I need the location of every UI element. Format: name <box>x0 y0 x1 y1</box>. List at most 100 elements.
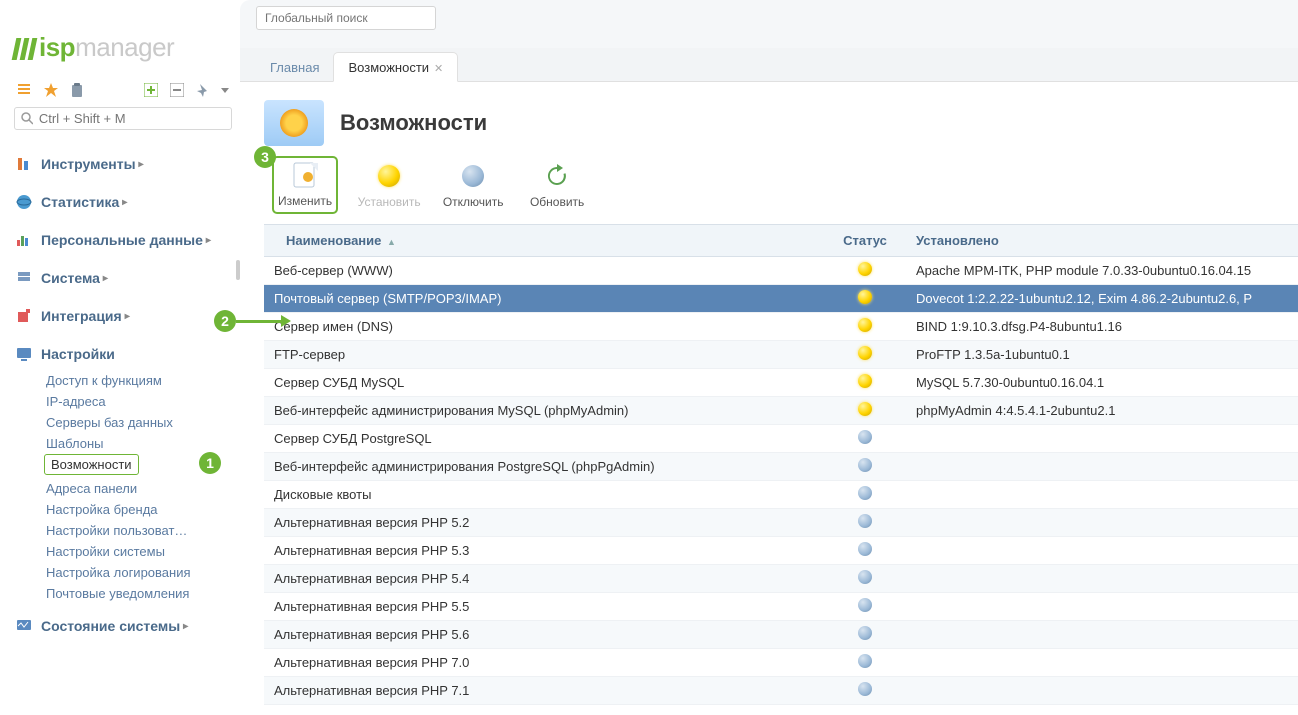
status-off-icon <box>858 598 872 612</box>
resize-handle[interactable] <box>236 260 240 280</box>
col-status[interactable]: Статус <box>824 225 906 256</box>
tab-features[interactable]: Возможности✕ <box>333 52 458 82</box>
sub-logging[interactable]: Настройка логирования <box>44 562 232 583</box>
sidebar-item-settings[interactable]: Настройки <box>14 338 232 370</box>
table-row[interactable]: Альтернативная версия PHP 5.4 <box>264 565 1298 593</box>
action-disable[interactable]: Отключить <box>440 161 506 209</box>
sub-sys[interactable]: Настройки системы <box>44 541 232 562</box>
table-row[interactable]: Альтернативная версия PHP 5.3 <box>264 537 1298 565</box>
cell-name: Альтернативная версия PHP 5.5 <box>264 594 824 619</box>
chart-icon <box>16 232 34 248</box>
table-row[interactable]: Альтернативная версия PHP 7.1 <box>264 677 1298 705</box>
sidebar-item-state[interactable]: Состояние системы▸ <box>14 610 232 642</box>
star-icon[interactable] <box>42 81 60 99</box>
cell-installed: MySQL 5.7.30-0ubuntu0.16.04.1 <box>906 370 1298 395</box>
sub-features[interactable]: Возможности <box>44 454 139 475</box>
sub-brand[interactable]: Настройка бренда <box>44 499 232 520</box>
table-row[interactable]: Альтернативная версия PHP 5.6 <box>264 621 1298 649</box>
status-off-icon <box>858 654 872 668</box>
sub-ip[interactable]: IP-адреса <box>44 391 232 412</box>
cell-installed: BIND 1:9.10.3.dfsg.P4-8ubuntu1.16 <box>906 314 1298 339</box>
cell-name: FTP-сервер <box>264 342 824 367</box>
logo-isp: isp <box>14 32 75 63</box>
monitor-icon <box>16 346 34 362</box>
table-row[interactable]: Альтернативная версия PHP 5.2 <box>264 509 1298 537</box>
status-on-icon <box>858 402 872 416</box>
status-off-icon <box>858 430 872 444</box>
cell-name: Альтернативная версия PHP 5.2 <box>264 510 824 535</box>
cell-installed <box>906 490 1298 500</box>
col-installed[interactable]: Установлено <box>906 225 1298 256</box>
action-update[interactable]: Обновить <box>524 161 590 209</box>
table-row[interactable]: Альтернативная версия PHP 7.0 <box>264 649 1298 677</box>
pin-icon[interactable] <box>194 81 212 99</box>
cell-installed <box>906 602 1298 612</box>
cell-status <box>824 509 906 536</box>
status-on-icon <box>858 318 872 332</box>
table-body: Веб-сервер (WWW)Apache MPM-ITK, PHP modu… <box>264 257 1298 705</box>
sort-asc-icon: ▲ <box>387 237 396 247</box>
list-icon[interactable] <box>16 81 34 99</box>
table-row[interactable]: Сервер СУБД MySQLMySQL 5.7.30-0ubuntu0.1… <box>264 369 1298 397</box>
table-row[interactable]: Почтовый сервер (SMTP/POP3/IMAP)Dovecot … <box>264 285 1298 313</box>
table-row[interactable]: Сервер СУБД PostgreSQL <box>264 425 1298 453</box>
status-off-icon <box>858 542 872 556</box>
edit-icon <box>288 160 322 190</box>
status-off-icon <box>858 682 872 696</box>
cell-status <box>824 425 906 452</box>
sidebar-search[interactable] <box>14 107 232 130</box>
sidebar-item-tools[interactable]: Инструменты▸ <box>14 148 232 180</box>
clipboard-icon[interactable] <box>68 81 86 99</box>
cell-name: Альтернативная версия PHP 5.3 <box>264 538 824 563</box>
bulb-off-icon <box>456 161 490 191</box>
sub-paneladdr[interactable]: Адреса панели <box>44 478 232 499</box>
cell-name: Веб-интерфейс администрирования PostgreS… <box>264 454 824 479</box>
caret-down-icon[interactable] <box>220 81 230 99</box>
actions-toolbar: 3 Изменить Установить Отключить Обновить <box>272 156 1298 214</box>
cell-installed <box>906 658 1298 668</box>
cell-status <box>824 341 906 368</box>
table-row[interactable]: Веб-интерфейс администрирования MySQL (p… <box>264 397 1298 425</box>
server-icon <box>16 270 34 286</box>
sub-users[interactable]: Настройки пользоват… <box>44 520 232 541</box>
bulb-on-icon <box>372 161 406 191</box>
minus-icon[interactable] <box>168 81 186 99</box>
sub-access[interactable]: Доступ к функциям <box>44 370 232 391</box>
sub-templates[interactable]: Шаблоны <box>44 433 232 454</box>
table-row[interactable]: FTP-серверProFTP 1.3.5a-1ubuntu0.1 <box>264 341 1298 369</box>
tabs: Главная Возможности✕ <box>240 48 1298 82</box>
logo: ispmanager <box>14 32 232 63</box>
close-icon[interactable]: ✕ <box>434 63 443 75</box>
cell-name: Альтернативная версия PHP 7.0 <box>264 650 824 675</box>
action-edit[interactable]: Изменить <box>272 156 338 214</box>
cell-status <box>824 537 906 564</box>
sidebar-item-system[interactable]: Система▸ <box>14 262 232 294</box>
cell-installed <box>906 546 1298 556</box>
cell-status <box>824 397 906 424</box>
cell-status <box>824 453 906 480</box>
tab-main[interactable]: Главная <box>256 53 333 81</box>
cell-name: Почтовый сервер (SMTP/POP3/IMAP) <box>264 286 824 311</box>
sidebar-item-stats[interactable]: Статистика▸ <box>14 186 232 218</box>
status-on-icon <box>858 290 872 304</box>
cell-name: Веб-интерфейс администрирования MySQL (p… <box>264 398 824 423</box>
cell-name: Альтернативная версия PHP 5.4 <box>264 566 824 591</box>
sub-dbservers[interactable]: Серверы баз данных <box>44 412 232 433</box>
top-area <box>240 0 1298 48</box>
table-row[interactable]: Веб-интерфейс администрирования PostgreS… <box>264 453 1298 481</box>
plus-icon[interactable] <box>142 81 160 99</box>
table-row[interactable]: Веб-сервер (WWW)Apache MPM-ITK, PHP modu… <box>264 257 1298 285</box>
table-row[interactable]: Дисковые квоты <box>264 481 1298 509</box>
sidebar-item-integration[interactable]: Интеграция▸ <box>14 300 232 332</box>
cell-installed <box>906 462 1298 472</box>
table-row[interactable]: Сервер имен (DNS)BIND 1:9.10.3.dfsg.P4-8… <box>264 313 1298 341</box>
monitor2-icon <box>16 618 34 634</box>
action-install[interactable]: Установить <box>356 161 422 209</box>
sub-mailnotif[interactable]: Почтовые уведомления <box>44 583 232 604</box>
global-search-input[interactable] <box>256 6 436 30</box>
col-name[interactable]: Наименование ▲ <box>264 225 824 256</box>
sidebar-item-personal[interactable]: Персональные данные▸ <box>14 224 232 256</box>
table-row[interactable]: Альтернативная версия PHP 5.5 <box>264 593 1298 621</box>
search-input[interactable] <box>39 111 225 126</box>
cell-installed <box>906 686 1298 696</box>
